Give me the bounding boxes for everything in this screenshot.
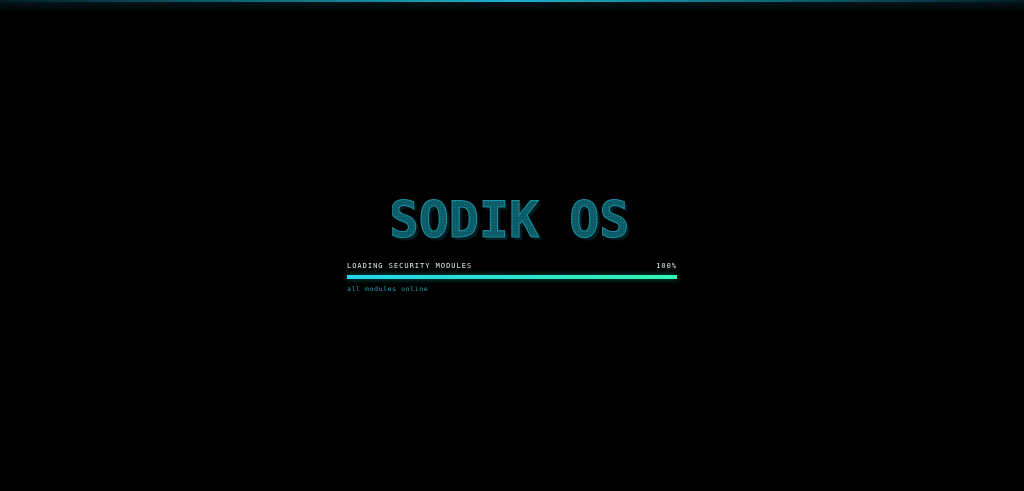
logo-text: SODIK OS bbox=[392, 192, 629, 249]
boot-screen: SODIK OS SODIK OS LOADING SECURITY MODUL… bbox=[347, 192, 677, 293]
top-glow-haze bbox=[0, 2, 1024, 12]
logo: SODIK OS SODIK OS bbox=[347, 192, 677, 254]
progress-bar-fill bbox=[347, 275, 677, 279]
status-row: LOADING SECURITY MODULES 100% bbox=[347, 262, 677, 272]
os-logo: SODIK OS SODIK OS bbox=[392, 192, 632, 252]
sub-status-text: all modules online bbox=[347, 285, 429, 293]
progress-bar bbox=[347, 275, 677, 279]
progress-percent: 100% bbox=[656, 262, 677, 270]
status-label: LOADING SECURITY MODULES bbox=[347, 262, 473, 270]
